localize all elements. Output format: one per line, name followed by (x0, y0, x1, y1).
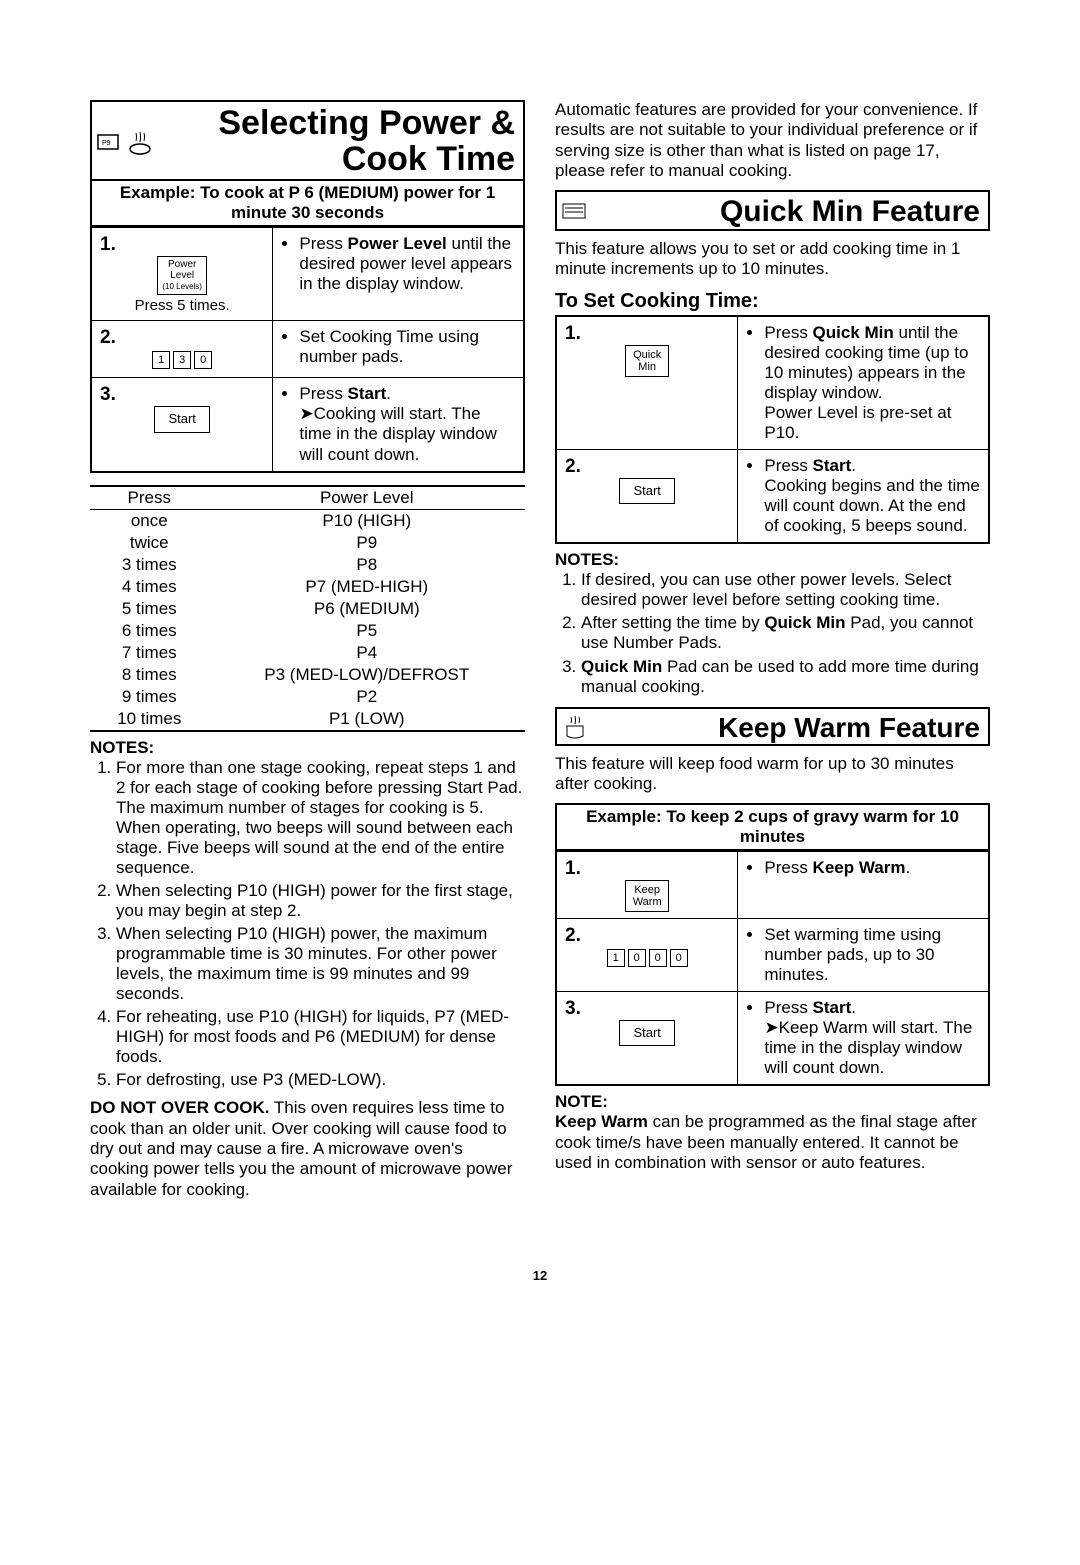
step1-cell: 1. PowerLevel(10 Levels) Press 5 times. (91, 228, 273, 321)
digit-0: 0 (649, 949, 667, 967)
note-item: For more than one stage cooking, repeat … (116, 758, 525, 878)
left-column: P9 Selecting Power & Cook Time Example: … (90, 100, 525, 1208)
do-not-overcook: DO NOT OVER COOK. This oven requires les… (90, 1098, 525, 1200)
kw-step1-cell: 1. KeepWarm (556, 851, 738, 918)
number-pads: 1 0 0 0 (607, 949, 688, 967)
table-row: 9 timesP2 (90, 686, 525, 708)
kw-step2-cell: 2. 1 0 0 0 (556, 918, 738, 991)
section-header-power-cook: P9 Selecting Power & Cook Time (90, 100, 525, 181)
right-column: Automatic features are provided for your… (555, 100, 990, 1208)
note-item: Quick Min Pad can be used to add more ti… (581, 657, 990, 697)
kw-step3-text: Press Start.➤Keep Warm will start. The t… (738, 992, 989, 1086)
step3-cell: 3. Start (91, 378, 273, 472)
table-row: 8 timesP3 (MED-LOW)/DEFROST (90, 664, 525, 686)
start-button: Start (619, 478, 675, 504)
section-title: Selecting Power & Cook Time (154, 106, 515, 177)
keepwarm-icon (561, 714, 589, 742)
notes-label: NOTES: (90, 738, 525, 758)
note-label: NOTE: (555, 1092, 990, 1112)
section-title: Quick Min Feature (589, 196, 980, 228)
quick-min-button: QuickMin (625, 345, 669, 377)
digit-0: 0 (628, 949, 646, 967)
svg-text:P9: P9 (102, 140, 111, 147)
note-item: If desired, you can use other power leve… (581, 570, 990, 610)
start-button: Start (154, 406, 210, 432)
power-level-button: PowerLevel(10 Levels) (157, 256, 207, 295)
kw-step1-text: Press Keep Warm. (738, 851, 989, 918)
keepwarm-intro: This feature will keep food warm for up … (555, 754, 990, 795)
table-row: 7 timesP4 (90, 642, 525, 664)
notes-list: For more than one stage cooking, repeat … (90, 758, 525, 1091)
qm-step1-text: Press Quick Min until the desired cookin… (738, 316, 989, 450)
press-caption: Press 5 times. (135, 297, 230, 314)
table-row: 6 timesP5 (90, 620, 525, 642)
digit-3: 3 (173, 351, 191, 369)
display-icon: P9 (96, 129, 124, 157)
steps-table-keepwarm: 1. KeepWarm Press Keep Warm. 2. 1 0 0 0 … (555, 851, 990, 1087)
pl-head-press: Press (90, 486, 209, 510)
quickmin-notes: If desired, you can use other power leve… (555, 570, 990, 696)
keepwarm-note: Keep Warm can be programmed as the final… (555, 1112, 990, 1173)
qm-step2-cell: 2. Start (556, 450, 738, 544)
table-row: 4 timesP7 (MED-HIGH) (90, 576, 525, 598)
note-item: For reheating, use P10 (HIGH) for liquid… (116, 1007, 525, 1067)
steps-table-quickmin: 1. QuickMin Press Quick Min until the de… (555, 315, 990, 544)
digit-0: 0 (670, 949, 688, 967)
auto-paragraph: Automatic features are provided for your… (555, 100, 990, 182)
table-row: 3 timesP8 (90, 554, 525, 576)
section-header-quick-min: Quick Min Feature (555, 190, 990, 232)
keep-warm-button: KeepWarm (625, 880, 669, 912)
pl-head-level: Power Level (209, 486, 525, 510)
table-row: twiceP9 (90, 532, 525, 554)
table-row: onceP10 (HIGH) (90, 509, 525, 532)
qm-step1-cell: 1. QuickMin (556, 316, 738, 450)
example-label: Example: To cook at P 6 (MEDIUM) power f… (90, 181, 525, 227)
table-row: 5 timesP6 (MEDIUM) (90, 598, 525, 620)
notes-label: NOTES: (555, 550, 990, 570)
quickmin-icon (561, 198, 589, 226)
step3-text: Press Start.➤Cooking will start. The tim… (273, 378, 524, 472)
note-item: When selecting P10 (HIGH) power for the … (116, 881, 525, 921)
section-title: Keep Warm Feature (589, 713, 980, 742)
step1-text: Press Power Level until the desired powe… (273, 228, 524, 321)
number-pads: 1 3 0 (152, 351, 212, 369)
step2-cell: 2. 1 3 0 (91, 321, 273, 378)
qm-step2-text: Press Start.Cooking begins and the time … (738, 450, 989, 544)
steam-icon (126, 129, 154, 157)
note-item: When selecting P10 (HIGH) power, the max… (116, 924, 525, 1004)
page-number: 12 (0, 1268, 1080, 1323)
power-level-table: PressPower Level onceP10 (HIGH) twiceP9 … (90, 485, 525, 732)
note-item: After setting the time by Quick Min Pad,… (581, 613, 990, 653)
kw-step2-text: Set warming time using number pads, up t… (738, 918, 989, 991)
digit-0: 0 (194, 351, 212, 369)
table-row: 10 timesP1 (LOW) (90, 708, 525, 731)
digit-1: 1 (607, 949, 625, 967)
section-header-keep-warm: Keep Warm Feature (555, 707, 990, 746)
note-item: For defrosting, use P3 (MED-LOW). (116, 1070, 525, 1090)
manual-page: P9 Selecting Power & Cook Time Example: … (0, 0, 1080, 1268)
start-button: Start (619, 1020, 675, 1046)
steps-table-power: 1. PowerLevel(10 Levels) Press 5 times. … (90, 227, 525, 472)
kw-step3-cell: 3. Start (556, 992, 738, 1086)
keepwarm-example: Example: To keep 2 cups of gravy warm fo… (555, 803, 990, 851)
quickmin-subheading: To Set Cooking Time: (555, 290, 990, 313)
digit-1: 1 (152, 351, 170, 369)
quickmin-intro: This feature allows you to set or add co… (555, 239, 990, 280)
step2-text: Set Cooking Time using number pads. (273, 321, 524, 378)
